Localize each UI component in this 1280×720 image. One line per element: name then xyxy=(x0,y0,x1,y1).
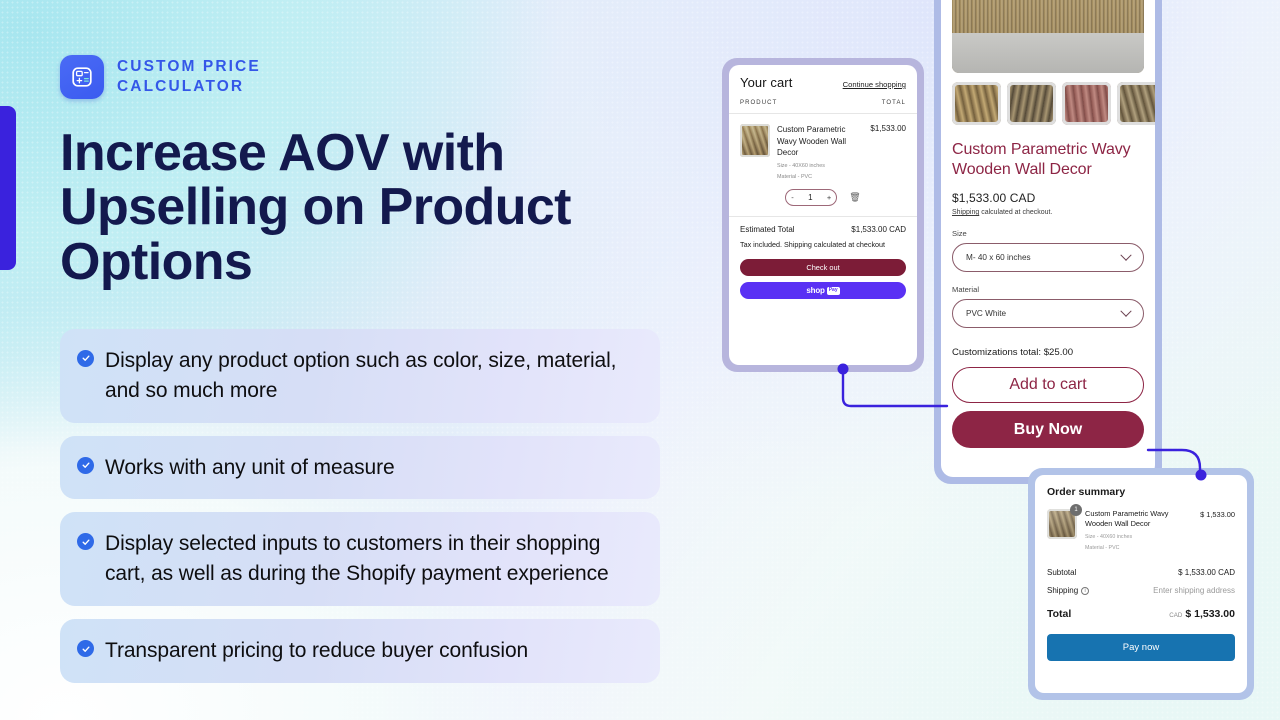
product-thumbnail[interactable] xyxy=(1117,82,1155,125)
cart-quantity-row: - 1 + 🗑 xyxy=(729,181,917,216)
cart-col-total: TOTAL xyxy=(881,100,906,106)
tax-note: Tax included. Shipping calculated at che… xyxy=(740,240,886,249)
product-price: $1,533.00 CAD xyxy=(952,191,1036,206)
cart-title: Your cart xyxy=(740,75,793,90)
cart-item-name[interactable]: Custom Parametric Wavy Wooden Wall Decor xyxy=(777,124,863,159)
order-shipping-row: Shipping i Enter shipping address xyxy=(1047,586,1235,596)
order-total-label: Total xyxy=(1047,608,1072,621)
cart-col-product: PRODUCT xyxy=(740,100,778,106)
order-item-price: $ 1,533.00 xyxy=(1200,510,1235,519)
product-title: Custom Parametric Wavy Wooden Wall Decor xyxy=(952,141,1131,178)
cart-line-item: Custom Parametric Wavy Wooden Wall Decor… xyxy=(729,114,917,181)
order-line-item: 1 Custom Parametric Wavy Wooden Wall Dec… xyxy=(1047,504,1235,552)
shop-pay-button[interactable]: shop Pay xyxy=(740,282,906,300)
chevron-down-icon xyxy=(1120,249,1132,261)
cart-panel: Your cart Continue shopping PRODUCT TOTA… xyxy=(729,65,917,365)
order-summary-device-frame: Order summary 1 Custom Parametric Wavy W… xyxy=(1028,468,1254,700)
cart-item-option-size: Size - 40X60 inches xyxy=(777,162,825,169)
checkout-button[interactable]: Check out xyxy=(740,259,906,277)
product-device-frame: Custom Parametric Wavy Wooden Wall Decor… xyxy=(934,0,1162,484)
order-summary-title: Order summary xyxy=(1047,486,1126,498)
customizations-total: Customizations total: $25.00 xyxy=(952,347,1074,359)
order-item-option-material: Material - PVC xyxy=(1085,544,1120,551)
cart-item-thumbnail xyxy=(740,124,770,157)
order-item-thumbnail: 1 xyxy=(1047,504,1082,539)
cart-summary: Estimated Total $1,533.00 CAD Tax includ… xyxy=(729,216,917,250)
mockup-group: Your cart Continue shopping PRODUCT TOTA… xyxy=(0,0,1280,720)
order-summary-panel: Order summary 1 Custom Parametric Wavy W… xyxy=(1035,475,1247,693)
order-shipping-label-text: Shipping xyxy=(1047,586,1079,596)
material-selected-value: PVC White xyxy=(966,309,1007,319)
order-item-quantity-badge: 1 xyxy=(1070,504,1082,516)
shipping-link[interactable]: Shipping xyxy=(952,209,979,216)
order-subtotal-row: Subtotal $ 1,533.00 CAD xyxy=(1047,568,1235,577)
chevron-down-icon xyxy=(1120,305,1132,317)
order-subtotal-label: Subtotal xyxy=(1047,568,1077,578)
shop-pay-word: shop xyxy=(806,286,825,296)
product-shipping-note: Shipping calculated at checkout. xyxy=(952,209,1144,216)
order-shipping-value: Enter shipping address xyxy=(1153,586,1235,596)
order-total-value: $ 1,533.00 xyxy=(1185,608,1235,621)
buy-now-button[interactable]: Buy Now xyxy=(952,411,1144,449)
cart-column-headers: PRODUCT TOTAL xyxy=(729,98,917,114)
order-shipping-label: Shipping i xyxy=(1047,586,1090,596)
quantity-value[interactable]: 1 xyxy=(808,193,812,202)
product-thumbnail[interactable] xyxy=(1062,82,1111,125)
cart-device-frame: Your cart Continue shopping PRODUCT TOTA… xyxy=(722,58,924,372)
cart-item-details: Custom Parametric Wavy Wooden Wall Decor… xyxy=(777,124,863,181)
estimated-total-row: Estimated Total $1,533.00 CAD xyxy=(740,225,906,234)
info-icon[interactable]: i xyxy=(1081,587,1090,596)
pay-now-button[interactable]: Pay now xyxy=(1047,634,1235,662)
product-hero-image xyxy=(952,0,1144,73)
quantity-increase-button[interactable]: + xyxy=(827,193,831,202)
size-label: Size xyxy=(952,229,967,239)
material-select[interactable]: PVC White xyxy=(952,299,1144,329)
cart-header: Your cart Continue shopping xyxy=(729,65,917,98)
product-thumbnail[interactable] xyxy=(952,82,1001,125)
order-item-details: Custom Parametric Wavy Wooden Wall Decor… xyxy=(1085,509,1192,552)
trash-icon[interactable]: 🗑 xyxy=(849,192,860,203)
order-total-amount: CAD $ 1,533.00 xyxy=(1169,608,1235,620)
size-select[interactable]: M- 40 x 60 inches xyxy=(952,243,1144,273)
material-label: Material xyxy=(952,285,980,295)
cart-item-option-material: Material - PVC xyxy=(777,173,813,180)
estimated-total-value: $1,533.00 CAD xyxy=(851,225,906,234)
product-thumbnail[interactable] xyxy=(1007,82,1056,125)
product-panel: Custom Parametric Wavy Wooden Wall Decor… xyxy=(941,0,1155,477)
size-selected-value: M- 40 x 60 inches xyxy=(966,253,1031,263)
product-thumbnail-strip xyxy=(952,82,1155,125)
add-to-cart-button[interactable]: Add to cart xyxy=(952,367,1144,404)
order-item-option-size: Size - 40X60 inches xyxy=(1085,533,1133,540)
order-item-name: Custom Parametric Wavy Wooden Wall Decor xyxy=(1085,509,1169,529)
quantity-decrease-button[interactable]: - xyxy=(791,193,794,202)
quantity-stepper[interactable]: - 1 + xyxy=(785,189,838,206)
order-total-currency: CAD xyxy=(1169,612,1183,620)
shipping-note-text: calculated at checkout. xyxy=(979,209,1053,217)
cart-item-price: $1,533.00 xyxy=(870,124,906,133)
continue-shopping-link[interactable]: Continue shopping xyxy=(843,80,906,89)
order-subtotal-value: $ 1,533.00 CAD xyxy=(1178,568,1235,578)
order-total-row: Total CAD $ 1,533.00 xyxy=(1047,608,1235,620)
estimated-total-label: Estimated Total xyxy=(740,225,795,234)
shop-pay-tag: Pay xyxy=(826,287,840,295)
